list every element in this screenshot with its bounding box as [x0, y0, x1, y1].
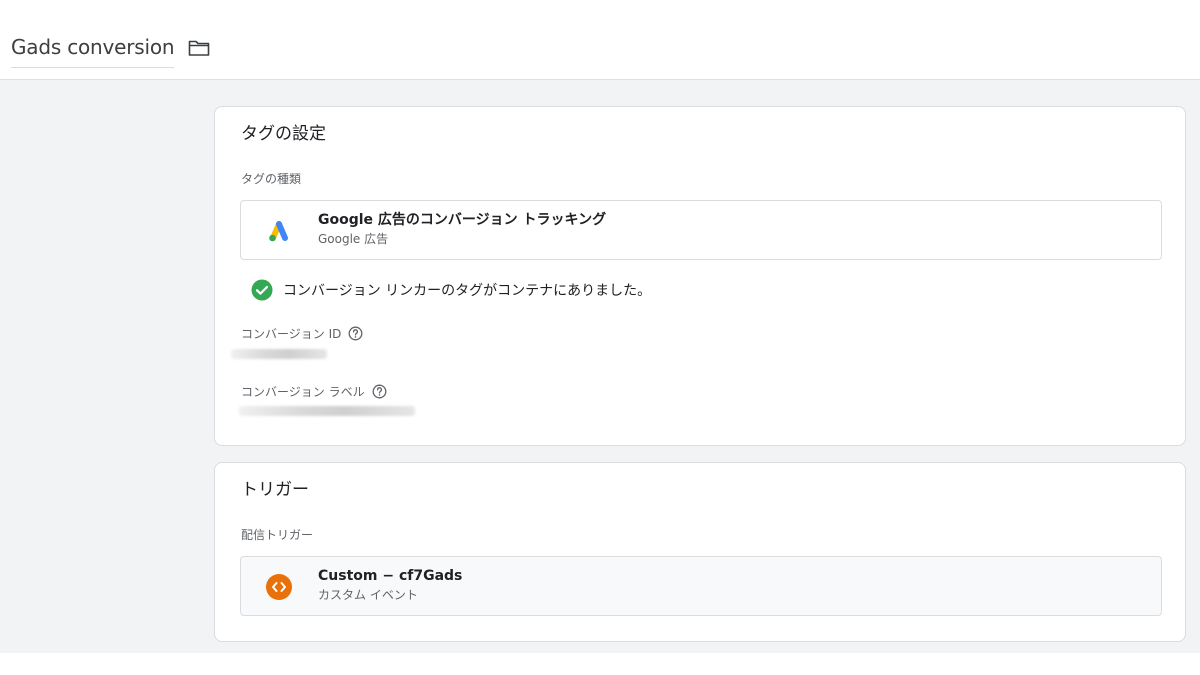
conversion-id-label-text: コンバージョン ID — [241, 327, 342, 341]
tag-type-box[interactable]: Google 広告のコンバージョン トラッキング Google 広告 — [240, 200, 1162, 260]
triggers-title: トリガー — [241, 480, 309, 500]
trigger-item[interactable]: Custom − cf7Gads カスタム イベント — [240, 556, 1162, 616]
help-circle-icon[interactable] — [372, 384, 387, 399]
tag-configuration-card[interactable]: タグの設定 タグの種類 Google 広告のコンバージョン トラッキング Goo… — [214, 106, 1186, 446]
check-circle-icon — [251, 279, 273, 301]
tag-type-label: タグの種類 — [241, 172, 302, 186]
folder-icon[interactable] — [188, 39, 210, 57]
linker-status: コンバージョン リンカーのタグがコンテナにありました。 — [251, 279, 651, 301]
triggering-card[interactable]: トリガー 配信トリガー Custom − cf7Gads カスタム イベント — [214, 462, 1186, 642]
conversion-label-label: コンバージョン ラベル — [241, 383, 387, 400]
help-circle-icon[interactable] — [348, 326, 363, 341]
custom-event-icon — [265, 573, 293, 601]
trigger-type: カスタム イベント — [318, 588, 418, 602]
title-area: Gads conversion — [11, 34, 210, 68]
tag-config-title: タグの設定 — [241, 124, 326, 144]
header-bar: Gads conversion — [0, 0, 1200, 80]
google-ads-icon — [265, 218, 293, 244]
tag-type-vendor: Google 広告 — [318, 232, 389, 246]
firing-triggers-label: 配信トリガー — [241, 528, 314, 542]
tag-type-name: Google 広告のコンバージョン トラッキング — [318, 212, 607, 228]
conversion-id-label: コンバージョン ID — [241, 325, 363, 342]
linker-status-text: コンバージョン リンカーのタグがコンテナにありました。 — [283, 283, 652, 299]
conversion-id-value-redacted[interactable] — [231, 349, 327, 359]
content-area: タグの設定 タグの種類 Google 広告のコンバージョン トラッキング Goo… — [0, 80, 1200, 653]
tag-name-title[interactable]: Gads conversion — [11, 34, 175, 68]
conversion-label-value-redacted[interactable] — [239, 406, 415, 416]
conversion-label-label-text: コンバージョン ラベル — [241, 385, 365, 399]
trigger-name: Custom − cf7Gads — [318, 568, 463, 584]
